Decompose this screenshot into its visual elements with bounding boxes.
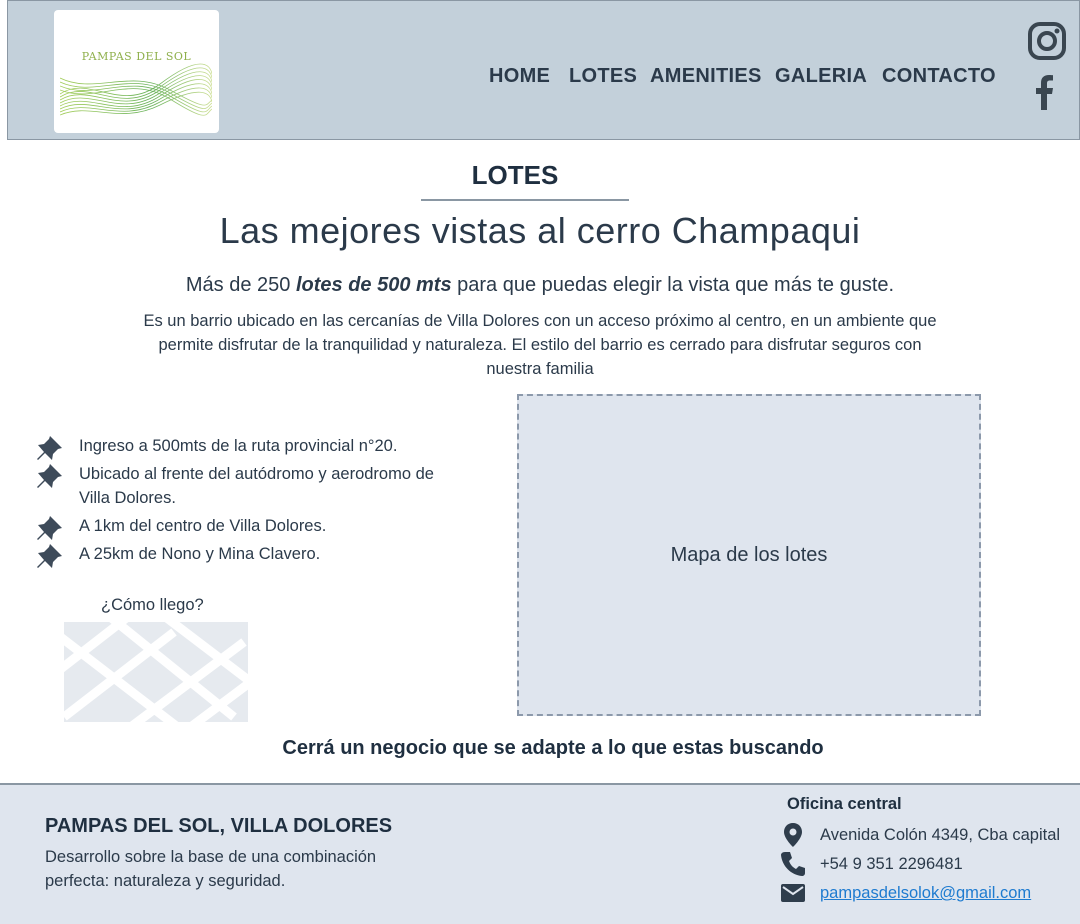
mail-icon	[781, 884, 805, 902]
footer-brand: PAMPAS DEL SOL, VILLA DOLORES	[45, 815, 393, 837]
map-streets-graphic	[64, 622, 248, 722]
location-pin-icon	[784, 823, 802, 847]
footer-description: Desarrollo sobre la base de una combinac…	[45, 848, 377, 890]
office-title: Oficina central	[787, 795, 902, 813]
list-item: Ingreso a 500mts de la ruta provincial n…	[36, 434, 456, 460]
instagram-icon[interactable]	[1027, 21, 1067, 61]
list-item: Ubicado al frente del autódromo y aerodr…	[36, 462, 456, 510]
subheadline-emphasis: lotes de 500 mts	[295, 274, 452, 296]
cta-text: Cerrá un negocio que se adapte a lo que …	[282, 737, 824, 759]
site-header: PAMPAS DEL SOL HOME LOTES AMENITIES GALE…	[7, 0, 1080, 140]
address-text: Avenida Colón 4349, Cba capital	[820, 826, 1061, 844]
email-link[interactable]: pampasdelsolok@gmail.com	[820, 884, 1031, 903]
nav-galeria[interactable]: GALERIA	[775, 65, 867, 88]
description: Es un barrio ubicado en las cercanías de…	[143, 312, 937, 378]
nav-amenities[interactable]: AMENITIES	[650, 65, 762, 88]
nav-home[interactable]: HOME	[489, 65, 550, 88]
pushpin-icon	[37, 436, 62, 460]
pushpin-icon	[37, 464, 62, 488]
site-footer: PAMPAS DEL SOL, VILLA DOLORES Desarrollo…	[0, 783, 1080, 924]
phone-icon	[781, 852, 805, 876]
phone-text: +54 9 351 2296481	[820, 855, 963, 873]
list-item: A 1km del centro de Villa Dolores.	[36, 514, 456, 540]
subheadline: Más de 250 lotes de 500 mts para que pue…	[185, 274, 895, 296]
title-divider	[421, 199, 629, 201]
map-label: Mapa de los lotes	[670, 543, 828, 566]
pushpin-icon	[37, 544, 62, 568]
headline: Las mejores vistas al cerro Champaqui	[219, 210, 861, 251]
facebook-icon[interactable]	[1032, 74, 1056, 110]
pushpin-icon	[37, 516, 62, 540]
logo[interactable]: PAMPAS DEL SOL	[54, 10, 219, 133]
nav-contacto[interactable]: CONTACTO	[882, 65, 996, 88]
directions-map[interactable]	[64, 622, 248, 722]
section-title: LOTES	[471, 160, 559, 190]
features-list: Ingreso a 500mts de la ruta provincial n…	[36, 434, 456, 570]
nav-lotes[interactable]: LOTES	[569, 65, 637, 88]
how-to-get-label: ¿Cómo llego?	[101, 596, 204, 614]
lots-map[interactable]: Mapa de los lotes	[517, 394, 981, 716]
list-item: A 25km de Nono y Mina Clavero.	[36, 542, 456, 568]
logo-wave-graphic	[60, 63, 212, 116]
